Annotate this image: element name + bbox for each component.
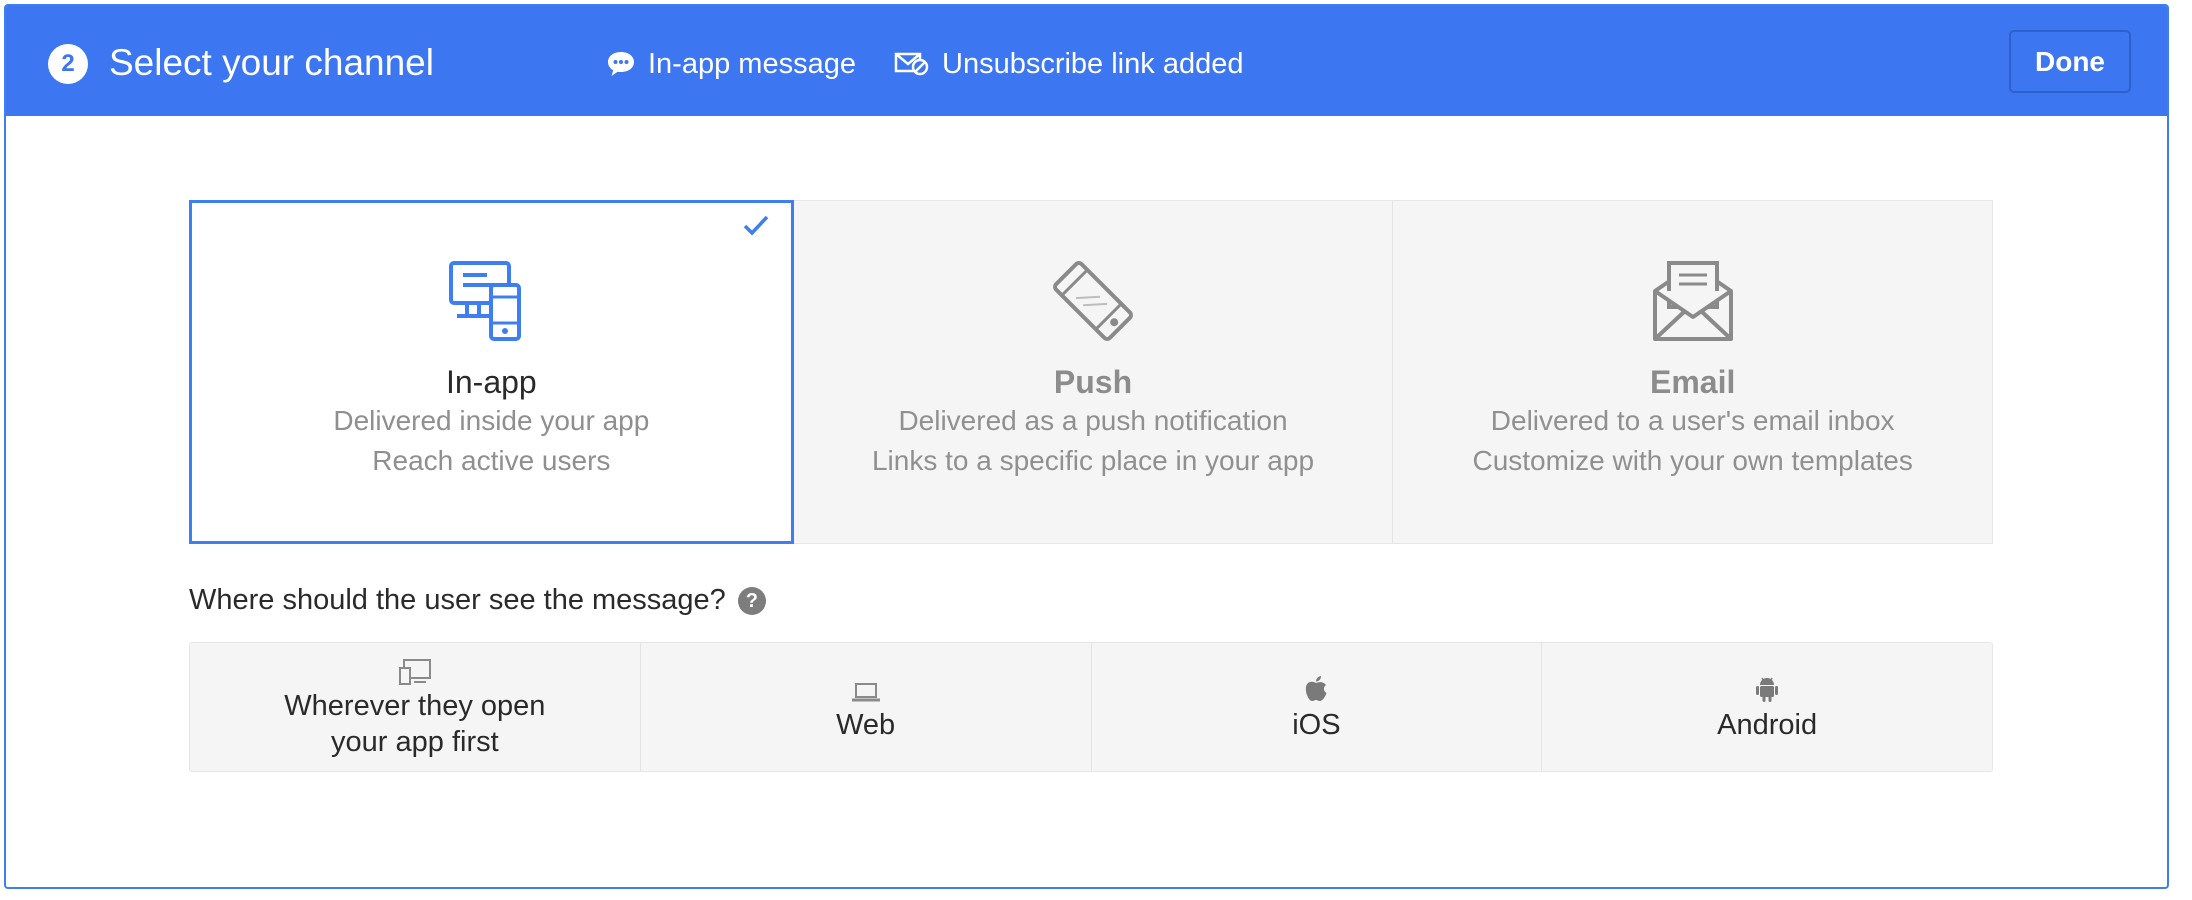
- channel-description: Delivered as a push notification: [898, 405, 1288, 436]
- platform-option-ios[interactable]: iOS: [1092, 643, 1543, 771]
- channel-description: Delivered inside your app: [333, 405, 650, 436]
- channel-name: Push: [1053, 364, 1133, 400]
- laptop-icon: [851, 683, 880, 702]
- platform-label: Web: [836, 709, 896, 741]
- platform-label: iOS: [1292, 709, 1341, 741]
- channel-description: Reach active users: [372, 445, 611, 476]
- unsubscribe-label: Unsubscribe link added: [942, 47, 1244, 80]
- platform-option-first-open[interactable]: Wherever they open your app first: [190, 643, 641, 771]
- in-app-message-status: In-app message: [606, 44, 856, 84]
- platform-option-android[interactable]: Android: [1542, 643, 1992, 771]
- channel-options: In-app Delivered inside your app Reach a…: [189, 200, 1993, 544]
- platform-label: your app first: [331, 726, 499, 758]
- channel-name: Email: [1649, 364, 1736, 400]
- placement-question: Where should the user see the message? ?: [189, 584, 766, 617]
- step-number-badge: 2: [48, 44, 88, 84]
- platform-label: Android: [1717, 709, 1818, 741]
- header-bar: 2 Select your channel In-app message Uns…: [6, 6, 2167, 116]
- multi-device-icon: [398, 659, 431, 685]
- placement-question-label: Where should the user see the message?: [189, 584, 726, 616]
- platform-label: Wherever they open: [284, 690, 546, 722]
- unsubscribe-mail-icon: [894, 52, 929, 76]
- envelope-icon: [1652, 261, 1733, 341]
- unsubscribe-status: Unsubscribe link added: [894, 44, 1243, 84]
- channel-selection-panel: 2 Select your channel In-app message Uns…: [4, 4, 2169, 889]
- channel-description: Links to a specific place in your app: [871, 445, 1315, 476]
- channel-description: Customize with your own templates: [1472, 445, 1913, 476]
- channel-description: Delivered to a user's email inbox: [1490, 405, 1895, 436]
- android-icon: [1756, 677, 1779, 702]
- channel-card-in-app[interactable]: In-app Delivered inside your app Reach a…: [189, 200, 794, 544]
- page-title: Select your channel: [109, 42, 434, 83]
- chat-bubble-icon: [608, 52, 634, 76]
- channel-name: In-app: [445, 364, 537, 400]
- apple-icon: [1306, 676, 1327, 701]
- platform-option-web[interactable]: Web: [641, 643, 1092, 771]
- done-button[interactable]: Done: [2009, 30, 2131, 93]
- in-app-message-label: In-app message: [648, 47, 856, 80]
- phone-tilted-icon: [1053, 261, 1133, 341]
- channel-card-email[interactable]: Email Delivered to a user's email inbox …: [1393, 201, 1992, 543]
- devices-icon: [449, 261, 522, 341]
- help-icon[interactable]: ?: [737, 586, 766, 615]
- platform-options: Wherever they open your app first Web iO…: [189, 642, 1993, 772]
- check-icon: [743, 215, 768, 236]
- channel-card-push[interactable]: Push Delivered as a push notification Li…: [794, 201, 1394, 543]
